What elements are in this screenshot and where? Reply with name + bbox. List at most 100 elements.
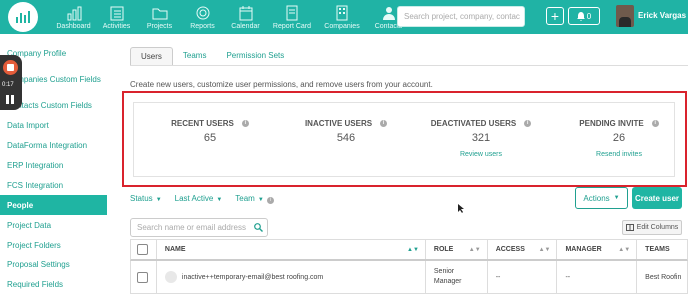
stat-inactive-users: INACTIVE USERS i 546	[296, 119, 396, 144]
info-icon[interactable]: i	[266, 197, 274, 204]
actions-label: Actions	[583, 193, 610, 203]
bell-icon	[576, 11, 585, 21]
tab-permission-sets[interactable]: Permission Sets	[216, 47, 294, 65]
top-navigation-bar: Dashboard Activities Projects Reports Ca…	[0, 0, 688, 34]
stat-title: INACTIVE USERS	[304, 119, 373, 128]
column-label: TEAMS	[645, 246, 670, 253]
sort-icon: ▲▼	[468, 246, 481, 253]
nav-label: Calendar	[231, 23, 260, 30]
info-icon[interactable]: i	[524, 120, 532, 128]
user-role: Senior Manager	[433, 268, 462, 285]
nav-activities[interactable]: Activities	[95, 0, 138, 34]
column-label: ROLE	[433, 246, 454, 253]
bar-chart-icon	[67, 6, 81, 21]
sidebar-item-erp-integration[interactable]: ERP Integration	[0, 156, 107, 176]
info-icon[interactable]: i	[380, 120, 388, 128]
sidebar-item-project-data[interactable]: Project Data	[0, 215, 107, 235]
sidebar-item-fcs-integration[interactable]: FCS Integration	[0, 175, 107, 195]
pause-icon[interactable]	[6, 95, 15, 104]
user-email[interactable]: inactive++temporary-email@best roofing.c…	[182, 274, 323, 281]
tab-teams[interactable]: Teams	[173, 47, 217, 65]
avatar	[164, 271, 177, 283]
building-icon	[336, 5, 348, 21]
checklist-icon	[110, 6, 123, 21]
app-logo[interactable]	[8, 2, 38, 32]
stat-value: 546	[336, 132, 356, 144]
stat-recent-users: RECENT USERS i 65	[165, 119, 255, 144]
filter-label: Last Active	[174, 194, 214, 203]
team-filter[interactable]: Team ▼ i	[235, 194, 274, 204]
caret-down-icon: ▼	[155, 197, 162, 203]
sidebar-item-data-import[interactable]: Data Import	[0, 116, 107, 136]
notification-count: 0	[586, 11, 592, 21]
notifications-button[interactable]: 0	[568, 7, 600, 25]
stat-pending-invite: PENDING INVITE i 26 Resend invites	[579, 119, 659, 158]
edit-columns-label: Edit Columns	[636, 224, 679, 231]
tab-users[interactable]: Users	[130, 47, 173, 65]
global-search-input[interactable]: Search project, company, contac	[397, 6, 525, 27]
sidebar-item-dataforma-integration[interactable]: DataForma Integration	[0, 136, 107, 156]
logo-icon	[16, 11, 30, 23]
nav-label: Companies	[324, 23, 360, 30]
edit-columns-button[interactable]: Edit Columns	[622, 220, 682, 235]
user-teams: Best Roofin	[645, 273, 682, 281]
mouse-cursor-icon	[458, 204, 464, 213]
column-header-role[interactable]: ROLE ▲▼	[426, 240, 488, 259]
sidebar-item-people[interactable]: People	[0, 195, 107, 216]
column-label: ACCESS	[495, 246, 525, 253]
select-all-checkbox[interactable]	[137, 244, 148, 255]
actions-dropdown[interactable]: Actions ▼	[575, 187, 628, 209]
table-row[interactable]: inactive++temporary-email@best roofing.c…	[130, 261, 688, 294]
sidebar-item-project-folders[interactable]: Project Folders	[0, 235, 107, 255]
nav-label: Projects	[146, 23, 173, 30]
nav-companies[interactable]: Companies	[317, 0, 367, 34]
stop-recording-button[interactable]	[3, 60, 18, 75]
columns-icon	[625, 224, 634, 231]
calendar-icon	[239, 6, 252, 21]
stat-title: DEACTIVATED USERS	[430, 119, 517, 128]
stat-value: 65	[203, 132, 217, 144]
user-avatar[interactable]	[616, 5, 634, 27]
user-search-input[interactable]: Search name or email address	[130, 218, 268, 237]
user-name[interactable]: Erick Vargas	[638, 11, 686, 20]
nav-calendar[interactable]: Calendar	[224, 0, 267, 34]
column-header-access[interactable]: ACCESS ▲▼	[488, 240, 558, 259]
table-filters: Status ▼ Last Active ▼ Team ▼ i	[130, 194, 274, 204]
main-content: Users Teams Permission Sets Create new u…	[107, 34, 688, 297]
target-icon	[196, 6, 209, 20]
stats-highlight-box: RECENT USERS i 65 INACTIVE USERS i 546 DEA…	[122, 91, 687, 187]
status-filter[interactable]: Status ▼	[130, 194, 162, 204]
page-description: Create new users, customize user permiss…	[130, 80, 433, 89]
user-access: --	[495, 273, 501, 281]
caret-down-icon: ▼	[613, 195, 620, 201]
stat-value: 26	[612, 132, 626, 144]
nav-projects[interactable]: Projects	[138, 0, 181, 34]
column-header-manager[interactable]: MANAGER ▲▼	[557, 240, 638, 259]
info-icon[interactable]: i	[241, 120, 249, 128]
resend-invites-link[interactable]: Resend invites	[579, 151, 659, 158]
folder-icon	[152, 8, 167, 20]
search-placeholder: Search name or email address	[137, 223, 246, 232]
stat-deactivated-users: DEACTIVATED USERS i 321 Review users	[426, 119, 536, 158]
create-user-button[interactable]: Create user	[632, 187, 682, 209]
screen-recorder-widget: 0:17	[0, 55, 22, 110]
nav-report-card[interactable]: Report Card	[267, 0, 317, 34]
main-nav: Dashboard Activities Projects Reports Ca…	[52, 0, 410, 34]
sidebar-item-proposal-settings[interactable]: Proposal Settings	[0, 255, 107, 275]
table-header: NAME ▲▼ ROLE ▲▼ ACCESS ▲▼ MANAGER ▲▼ TEAMS	[130, 239, 688, 261]
column-header-name[interactable]: NAME ▲▼	[157, 240, 426, 259]
filter-label: Status	[130, 194, 153, 203]
add-button[interactable]: +	[546, 7, 564, 25]
sort-icon: ▲▼	[538, 246, 551, 253]
nav-dashboard[interactable]: Dashboard	[52, 0, 95, 34]
review-users-link[interactable]: Review users	[426, 151, 536, 158]
sidebar-item-required-fields[interactable]: Required Fields	[0, 275, 107, 295]
nav-reports[interactable]: Reports	[181, 0, 224, 34]
nav-label: Activities	[102, 23, 131, 30]
last-active-filter[interactable]: Last Active ▼	[175, 194, 223, 204]
document-icon	[286, 5, 298, 21]
row-checkbox[interactable]	[137, 271, 148, 283]
sort-icon: ▲▼	[618, 246, 631, 253]
column-header-teams[interactable]: TEAMS	[637, 240, 687, 259]
info-icon[interactable]: i	[651, 120, 659, 128]
